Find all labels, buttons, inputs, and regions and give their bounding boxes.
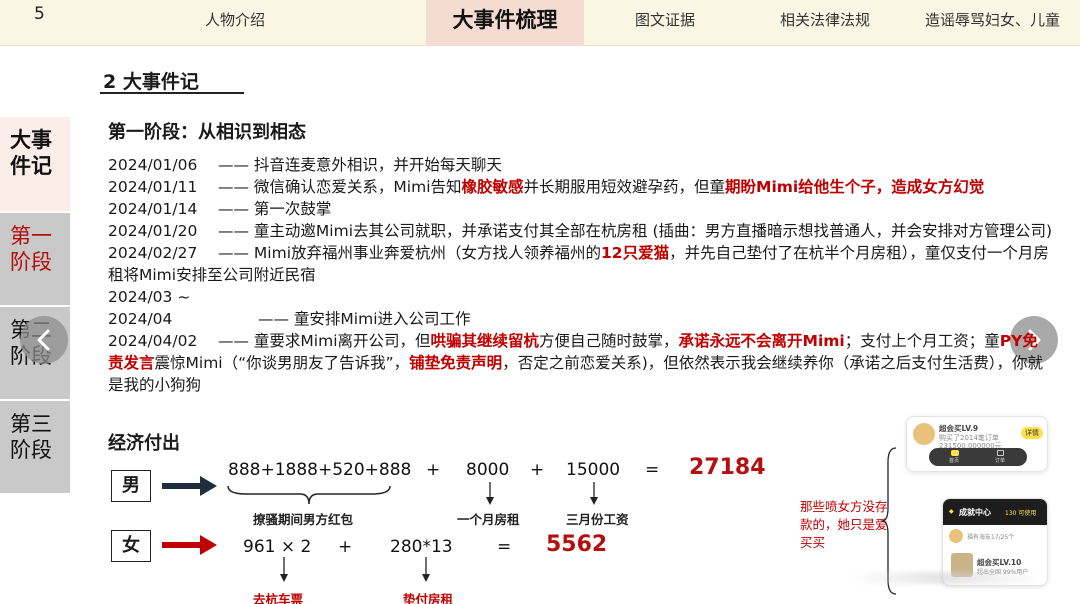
side-note: 那些喷女方没存款的，她只是爱买买 xyxy=(800,499,888,550)
female-arrow-icon xyxy=(162,535,217,555)
male-op2: + xyxy=(530,460,545,480)
event-item: 2024/01/11 —— 微信确认恋爱关系，Mimi告知橡胶敏感并长期服用短效避… xyxy=(108,176,1053,198)
event-date: 2024/01/20 xyxy=(108,222,198,240)
event-date: 2024/01/11 xyxy=(108,178,198,196)
event-text: —— 抖音连麦意外相识，并开始每天聊天 xyxy=(218,156,502,174)
detail-button[interactable]: 详情 xyxy=(1021,427,1043,439)
side-tab-stage3[interactable]: 第三阶段 xyxy=(0,401,70,493)
male-note-red-packets: 撩骚期间男方红包 xyxy=(253,512,354,527)
male-op1: + xyxy=(426,460,441,480)
achievement-title: 成就中心 xyxy=(959,508,991,517)
side-tab-stage3-label: 第三阶段 xyxy=(10,412,52,462)
orders-icon xyxy=(997,450,1004,456)
event-highlight: 期盼Mimi给他生个子，造成女方幻觉 xyxy=(725,178,985,196)
male-note-salary: 三月份工资 xyxy=(566,512,629,527)
event-list: 2024/01/06 —— 抖音连麦意外相识，并开始每天聊天 2024/01/11 —… xyxy=(108,154,1053,396)
event-text: 并长期服用短效避孕药，但童 xyxy=(523,178,726,196)
male-brace-icon xyxy=(227,485,391,505)
top-nav: 5 人物介绍 大事件梳理 图文证据 相关法律法规 造谣辱骂妇女、儿童 xyxy=(0,0,1080,46)
side-tab-overview[interactable]: 大事件记 xyxy=(0,117,70,211)
event-item: 2024/04/02 —— 童要求Mimi离开公司，但哄骗其继续留杭方便自己随时鼓… xyxy=(108,330,1053,396)
home-icon xyxy=(951,450,959,456)
female-label: 女 xyxy=(111,530,151,562)
nav-tab-people[interactable]: 人物介绍 xyxy=(150,0,320,46)
event-text: 方便自己随时鼓掌， xyxy=(539,332,679,350)
achievement-header: ◆ 成就中心 130 可使用 xyxy=(943,499,1047,525)
male-label: 男 xyxy=(111,470,151,502)
points-badge: 130 可使用 xyxy=(1005,510,1037,517)
event-date: 2024/04/02 xyxy=(108,332,198,350)
prev-slide-button[interactable] xyxy=(20,316,68,364)
male-note-rent: 一个月房租 xyxy=(457,512,520,527)
nav-tab-evidence[interactable]: 图文证据 xyxy=(585,0,745,46)
male-eq: = xyxy=(645,460,660,480)
nav-tab-events[interactable]: 大事件梳理 xyxy=(426,0,584,46)
female-term-rent: 280*13 xyxy=(390,537,453,557)
female-op1: + xyxy=(338,537,353,557)
event-text: ；支付上个月工资；童 xyxy=(844,332,1000,350)
app-screenshot-level9: 超会买LV.9 购买了2014笔订单 231500,000000元 详情 首页 … xyxy=(906,416,1048,472)
female-note-tickets: 去杭车票 xyxy=(253,592,304,604)
male-salary-arrow-icon xyxy=(590,482,598,505)
side-tab-stage1-label: 第一阶段 xyxy=(10,224,52,274)
female-term-tickets: 961 × 2 xyxy=(243,537,312,557)
female-eq: = xyxy=(497,537,512,557)
event-highlight: 铺垫免责声明 xyxy=(409,354,503,372)
star-icon: ◆ xyxy=(949,508,954,515)
male-rent-arrow-icon xyxy=(486,482,494,505)
male-arrow-icon xyxy=(162,476,217,496)
event-item: 2024/03 ~ 2024/04 —— 童安排Mimi进入公司工作 xyxy=(108,286,1053,330)
nav-tab-laws[interactable]: 相关法律法规 xyxy=(745,0,905,46)
female-tickets-arrow-icon xyxy=(280,557,288,582)
section-title: 2 大事件记 xyxy=(103,71,199,93)
male-term-red-packets: 888+1888+520+888 xyxy=(228,460,412,480)
event-text: 震惊Mimi（“你谈男朋友了告诉我”， xyxy=(154,354,410,372)
male-term-salary: 15000 xyxy=(566,460,621,480)
event-highlight: 橡胶敏感 xyxy=(461,178,524,196)
event-date: 2024/01/06 xyxy=(108,156,198,174)
female-note-rent: 垫付房租 xyxy=(403,592,454,604)
side-tab-stage1[interactable]: 第一阶段 xyxy=(0,213,70,305)
economics-title: 经济付出 xyxy=(108,433,180,454)
nav-tab-rumors[interactable]: 造谣辱骂妇女、儿童 xyxy=(905,0,1080,46)
event-item: 2024/01/14 —— 第一次鼓掌 xyxy=(108,198,1053,220)
event-text: —— 童主动邀Mimi去其公司就职，并承诺支付其全部在杭房租 (插曲：男方直播暗… xyxy=(218,222,1053,240)
event-item: 2024/02/27 —— Mimi放弃福州事业奔爱杭州（女方找人领养福州的12只… xyxy=(108,242,1053,286)
event-item: 2024/01/06 —— 抖音连麦意外相识，并开始每天聊天 xyxy=(108,154,1053,176)
male-total: 27184 xyxy=(689,455,766,480)
event-date: 2024/03 ~ 2024/04 xyxy=(108,288,191,328)
achievement-row: 福有海友17/25个 xyxy=(967,534,1015,541)
event-date: 2024/01/14 xyxy=(108,200,198,218)
stage-title: 第一阶段：从相识到相态 xyxy=(108,122,306,143)
blurred-watermark xyxy=(850,572,1040,584)
chevron-left-icon xyxy=(37,329,50,351)
section-underline xyxy=(100,92,244,94)
event-highlight: 哄骗其继续留杭 xyxy=(430,332,540,350)
side-tab-overview-label: 大事件记 xyxy=(10,128,52,178)
event-highlight: 承诺永远不会离开Mimi xyxy=(678,332,845,350)
event-text: —— 微信确认恋爱关系，Mimi告知 xyxy=(218,178,462,196)
event-date: 2024/02/27 xyxy=(108,244,198,262)
event-item: 2024/01/20 —— 童主动邀Mimi去其公司就职，并承诺支付其全部在杭房租… xyxy=(108,220,1053,242)
event-text: —— 童安排Mimi进入公司工作 xyxy=(258,310,471,328)
bottom-tabbar: 首页 订单 xyxy=(929,448,1027,466)
female-rent-arrow-icon xyxy=(422,557,430,582)
event-text: —— 童要求Mimi离开公司，但 xyxy=(218,332,431,350)
event-text: —— 第一次鼓掌 xyxy=(218,200,332,218)
tab-home[interactable]: 首页 xyxy=(949,457,959,464)
event-text: —— Mimi放弃福州事业奔爱杭州（女方找人领养福州的 xyxy=(218,244,602,262)
event-highlight: 12只爱猫 xyxy=(601,244,670,262)
level-badge-icon xyxy=(913,423,935,445)
female-total: 5562 xyxy=(546,532,608,557)
page-number: 5 xyxy=(34,4,45,24)
medal-icon xyxy=(949,529,963,543)
tab-orders[interactable]: 订单 xyxy=(995,457,1005,464)
male-term-rent: 8000 xyxy=(466,460,510,480)
